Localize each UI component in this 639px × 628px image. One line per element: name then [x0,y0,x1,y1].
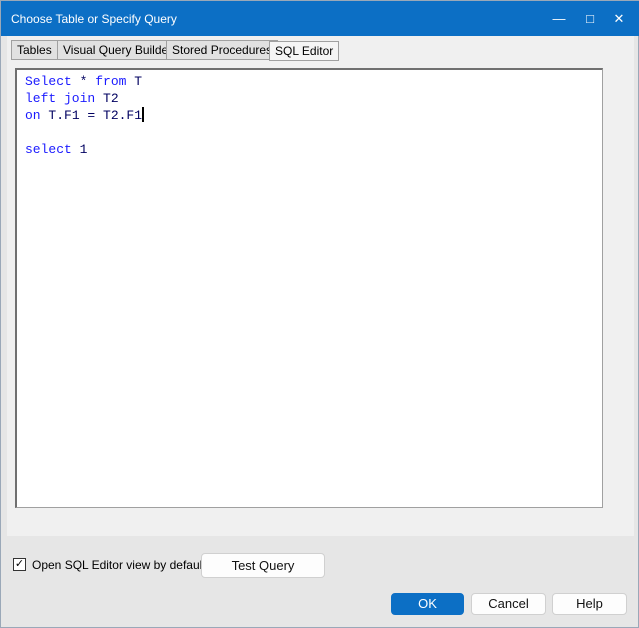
sql-keyword: on [25,108,41,123]
minimize-button[interactable]: — [549,9,569,29]
sql-keyword: Select [25,74,72,89]
sql-token: T [126,74,143,89]
sql-token: * [71,74,96,89]
tab-stored-procedures[interactable]: Stored Procedures [166,40,279,60]
open-sql-editor-label[interactable]: Open SQL Editor view by default [32,558,206,572]
sql-editor-textarea[interactable]: Select * from Tleft join T2 on T.F1 = T2.… [15,68,603,508]
help-button[interactable]: Help [552,593,627,615]
code-line: Select * from T [25,73,602,90]
tab-sql-editor[interactable]: SQL Editor [269,41,340,61]
test-query-button[interactable]: Test Query [201,553,325,578]
title-bar: Choose Table or Specify Query — □ ✕ [1,1,639,36]
text-caret [142,107,145,122]
sql-keyword: from [95,74,127,89]
tab-panel: Tables Visual Query Builder Stored Proce… [7,36,634,536]
sql-token: T2 [95,91,119,106]
tab-visual-query-builder[interactable]: Visual Query Builder [57,40,179,60]
code-line: select 1 [25,141,602,158]
sql-keyword: select [25,142,72,157]
sql-keyword: left join [25,91,96,106]
code-line: on T.F1 = T2.F1 [25,107,602,124]
code-line: left join T2 [25,90,602,107]
open-sql-editor-checkbox[interactable]: ✓ [13,558,26,571]
ok-button[interactable]: OK [391,593,464,615]
cancel-button[interactable]: Cancel [471,593,546,615]
maximize-button[interactable]: □ [580,9,600,29]
window-title: Choose Table or Specify Query [11,12,177,26]
tab-tables[interactable]: Tables [11,40,58,60]
close-button[interactable]: ✕ [609,9,629,29]
sql-token: T.F1 = T2.F1 [40,108,143,123]
sql-token: 1 [71,142,88,157]
